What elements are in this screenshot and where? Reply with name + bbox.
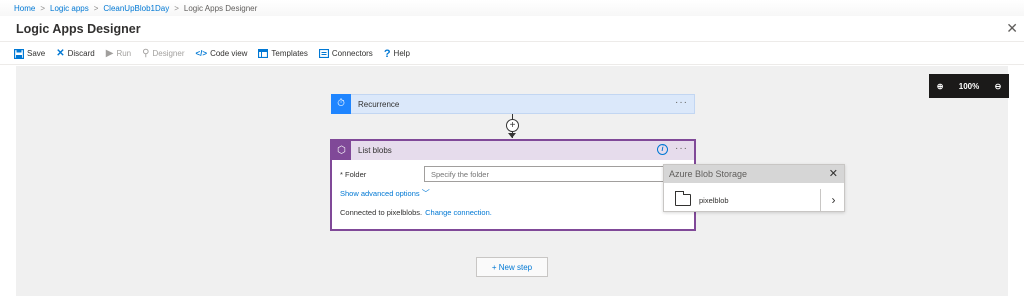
connected-text: Connected to pixelblobs. <box>340 208 423 217</box>
toolbar: Save ✕ Discard ▶ Run ⚲ Designer </> Code… <box>0 43 1024 65</box>
zoom-level: 100% <box>958 81 980 91</box>
zoom-control: ⊕ 100% ⊖ <box>929 74 1009 98</box>
close-icon[interactable]: ✕ <box>829 167 838 180</box>
folder-item-label: pixelblob <box>699 195 729 205</box>
zoom-in-icon[interactable]: ⊕ <box>937 82 944 91</box>
run-label: Run <box>116 49 132 58</box>
list-blobs-step: ⬡ List blobs i ··· * Folder Show advance… <box>330 139 696 231</box>
designer-button[interactable]: ⚲ Designer <box>142 47 185 59</box>
folder-field-row: * Folder <box>340 166 686 182</box>
clock-icon: ⏱ <box>331 93 351 114</box>
connection-info: Connected to pixelblobs. Change connectio… <box>340 208 492 217</box>
page-title: Logic Apps Designer <box>16 21 141 36</box>
folder-input[interactable] <box>424 166 686 182</box>
breadcrumb-current: Logic Apps Designer <box>183 3 258 13</box>
breadcrumb-separator: > <box>40 3 46 13</box>
code-view-label: Code view <box>210 49 248 58</box>
more-options-icon[interactable]: ··· <box>675 98 688 108</box>
connectors-icon <box>318 49 329 58</box>
show-advanced-options[interactable]: Show advanced options ﹀ <box>340 188 430 199</box>
code-icon: </> <box>195 48 208 58</box>
advanced-options-label: Show advanced options <box>340 189 420 198</box>
save-label: Save <box>27 49 46 58</box>
breadcrumb-logic-apps[interactable]: Logic apps <box>50 4 89 13</box>
new-step-button[interactable]: + New step <box>476 257 548 277</box>
zoom-out-icon[interactable]: ⊖ <box>995 82 1002 91</box>
insert-step-icon[interactable]: + <box>506 119 519 132</box>
discard-button[interactable]: ✕ Discard <box>56 47 95 59</box>
breadcrumb-home[interactable]: Home <box>14 4 35 13</box>
breadcrumb: Home > Logic apps > CleanUpBlob1Day > Lo… <box>0 0 1024 16</box>
designer-label: Designer <box>152 49 185 58</box>
folder-picker-title: Azure Blob Storage <box>669 169 748 179</box>
help-label: Help <box>393 49 410 58</box>
blob-storage-icon: ⬡ <box>332 141 351 160</box>
run-button[interactable]: ▶ Run <box>105 47 132 59</box>
chevron-down-icon: ﹀ <box>421 189 430 198</box>
info-icon[interactable]: i <box>657 144 668 155</box>
help-icon: ? <box>383 47 391 60</box>
list-blobs-header[interactable]: ⬡ List blobs i ··· <box>332 141 694 160</box>
folder-picker: Azure Blob Storage ✕ pixelblob › <box>663 164 845 212</box>
templates-label: Templates <box>271 49 308 58</box>
save-button[interactable]: Save <box>14 48 46 59</box>
discard-icon: ✕ <box>56 47 65 59</box>
list-blobs-title: List blobs <box>358 146 392 155</box>
arrow-down-icon <box>508 133 516 138</box>
recurrence-title: Recurrence <box>358 99 400 109</box>
more-options-icon[interactable]: ··· <box>675 144 688 154</box>
recurrence-step[interactable]: ⏱ Recurrence ··· <box>331 93 695 114</box>
designer-icon: ⚲ <box>142 47 150 59</box>
folder-icon <box>675 191 691 206</box>
help-button[interactable]: ? Help <box>383 47 410 60</box>
folder-picker-header: Azure Blob Storage ✕ <box>664 165 844 183</box>
folder-item[interactable]: pixelblob › <box>664 189 846 211</box>
save-icon <box>14 48 24 59</box>
code-view-button[interactable]: </> Code view <box>195 49 247 59</box>
run-icon: ▶ <box>105 47 114 59</box>
chevron-right-icon[interactable]: › <box>820 189 846 211</box>
breadcrumb-separator: > <box>174 3 179 13</box>
connectors-button[interactable]: Connectors <box>318 49 373 58</box>
title-bar: Logic Apps Designer ✕ <box>0 16 1024 42</box>
templates-icon <box>258 49 269 58</box>
breadcrumb-app[interactable]: CleanUpBlob1Day <box>103 4 169 13</box>
close-icon[interactable]: ✕ <box>1006 19 1018 37</box>
discard-label: Discard <box>67 49 95 58</box>
breadcrumb-separator: > <box>93 3 99 13</box>
connectors-label: Connectors <box>331 49 373 58</box>
templates-button[interactable]: Templates <box>258 49 308 58</box>
change-connection-link[interactable]: Change connection. <box>425 208 492 217</box>
folder-label: * Folder <box>340 169 367 179</box>
